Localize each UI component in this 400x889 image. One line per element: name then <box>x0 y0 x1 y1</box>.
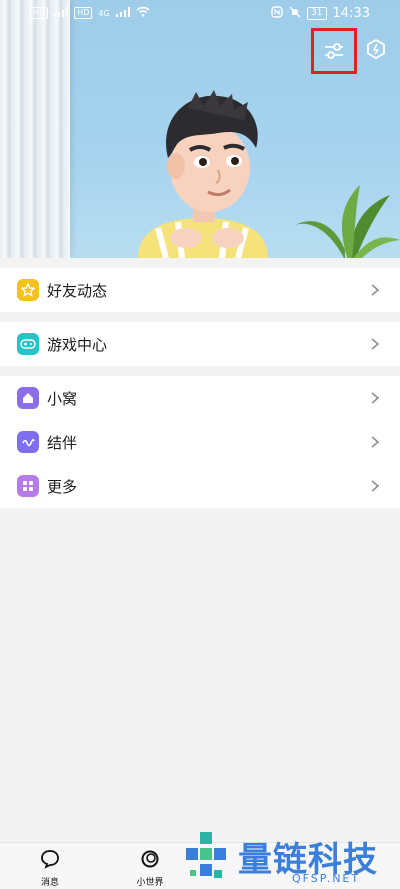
profile-hero-banner: HD HD 4G 31 14:33 <box>0 0 400 258</box>
tab-messages[interactable]: 消息 <box>20 849 80 888</box>
status-bar: HD HD 4G 31 14:33 <box>0 0 400 28</box>
chevron-right-icon <box>371 436 380 448</box>
menu-label: 小窝 <box>47 389 78 408</box>
chat-bubble-icon <box>41 850 59 869</box>
gamepad-icon <box>17 333 39 355</box>
menu-group-friends: 好友动态 <box>0 268 400 312</box>
star-icon <box>17 279 39 301</box>
avatar-character <box>138 90 268 258</box>
status-time: 14:33 <box>332 6 370 21</box>
chevron-right-icon <box>371 392 380 404</box>
chevron-right-icon <box>371 480 380 492</box>
menu-label: 更多 <box>47 477 78 496</box>
menu-item-friend-feed[interactable]: 好友动态 <box>0 268 400 312</box>
wifi-icon <box>136 6 150 20</box>
menu-label: 好友动态 <box>47 281 108 300</box>
curtain-decoration <box>0 0 70 258</box>
circle-world-icon <box>141 850 159 868</box>
watermark: 量链科技 QFSP.NET <box>180 828 400 888</box>
battery-indicator: 31 <box>307 7 327 20</box>
home-icon <box>17 387 39 409</box>
sliders-icon <box>325 43 343 59</box>
chevron-right-icon <box>371 284 380 296</box>
wave-icon <box>17 431 39 453</box>
tab-small-world[interactable]: 小世界 <box>120 849 180 888</box>
mute-bell-icon <box>289 6 301 21</box>
grid-icon <box>17 475 39 497</box>
menu-item-nest[interactable]: 小窝 <box>0 376 400 420</box>
menu-group-social: 小窝 结伴 更多 <box>0 376 400 508</box>
signal-icon-2 <box>115 6 130 20</box>
chevron-right-icon <box>371 338 380 350</box>
menu-item-game-center[interactable]: 游戏中心 <box>0 322 400 366</box>
tab-label: 消息 <box>40 878 59 888</box>
tab-label: 小世界 <box>136 878 164 888</box>
nfc-icon <box>271 6 283 21</box>
menu-label: 结伴 <box>47 433 78 452</box>
watermark-url: QFSP.NET <box>292 872 361 885</box>
menu-item-companion[interactable]: 结伴 <box>0 420 400 464</box>
signal-icon <box>54 6 69 20</box>
menu-label: 游戏中心 <box>47 335 108 354</box>
menu-group-games: 游戏中心 <box>0 322 400 366</box>
hexagon-button[interactable] <box>364 36 388 62</box>
plant-decoration <box>295 185 400 258</box>
filter-settings-button[interactable] <box>311 28 357 74</box>
watermark-logo <box>186 832 226 878</box>
menu-item-more[interactable]: 更多 <box>0 464 400 508</box>
hexagon-icon <box>367 39 385 59</box>
hd-badge: HD <box>30 7 49 19</box>
hd-badge-2: HD <box>74 7 93 19</box>
network-label: 4G <box>98 8 110 18</box>
